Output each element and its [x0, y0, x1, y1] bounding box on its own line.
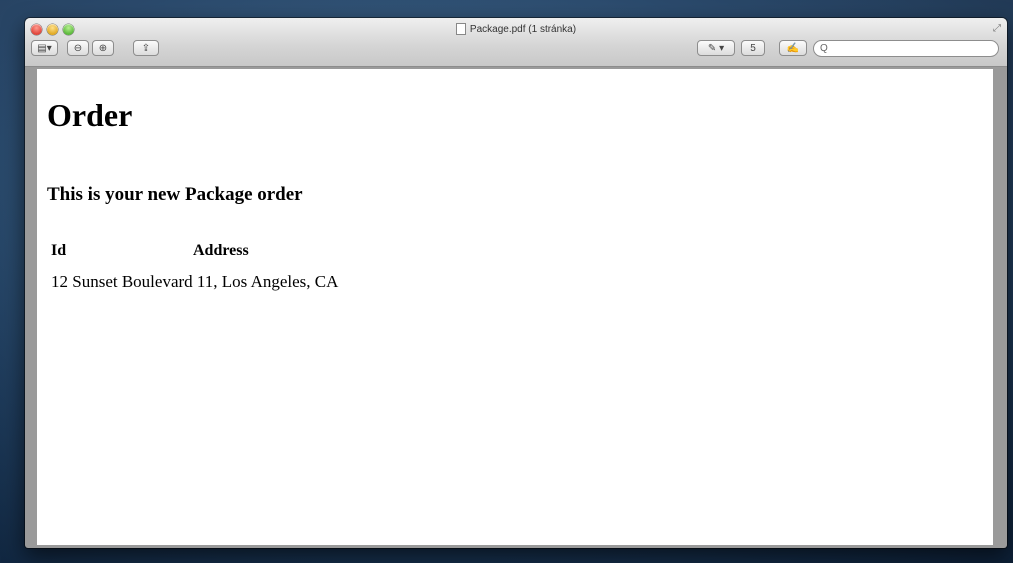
cell-id: 12 [51, 272, 68, 291]
cell-address: Sunset Boulevard 11, Los Angeles, CA [72, 272, 339, 291]
annotate-button[interactable]: ✎ ▾ [697, 40, 735, 56]
table-row: 12 Sunset Boulevard 11, Los Angeles, CA [51, 272, 338, 292]
titlebar: Package.pdf (1 stránka) ⤢ ▤▾ ⊖ ⊕ ⇪ ✎ ▾ 5… [25, 18, 1007, 67]
signature-button[interactable]: ✍ [779, 40, 807, 56]
search-input[interactable]: Q [813, 40, 999, 57]
document-heading: Order [47, 97, 133, 133]
sidebar-toggle-button[interactable]: ▤▾ [31, 40, 58, 56]
pdf-document-icon [455, 23, 466, 35]
share-button[interactable]: ⇪ [133, 40, 159, 56]
window-title: Package.pdf (1 stránka) [25, 23, 1007, 35]
zoom-out-button[interactable]: ⊖ [67, 40, 89, 56]
table-header-id: Id [51, 242, 67, 259]
fullscreen-icon[interactable]: ⤢ [993, 23, 1001, 34]
text-tool-button[interactable]: 5 [741, 40, 765, 56]
search-icon: Q [820, 43, 828, 54]
preview-window: Package.pdf (1 stránka) ⤢ ▤▾ ⊖ ⊕ ⇪ ✎ ▾ 5… [25, 18, 1007, 548]
pdf-page: Order This is your new Package order Id … [37, 69, 993, 545]
window-title-text: Package.pdf (1 stránka) [469, 23, 577, 35]
table-header-address: Address [193, 242, 249, 259]
document-subheading: This is your new Package order [47, 184, 303, 205]
zoom-in-button[interactable]: ⊕ [92, 40, 114, 56]
